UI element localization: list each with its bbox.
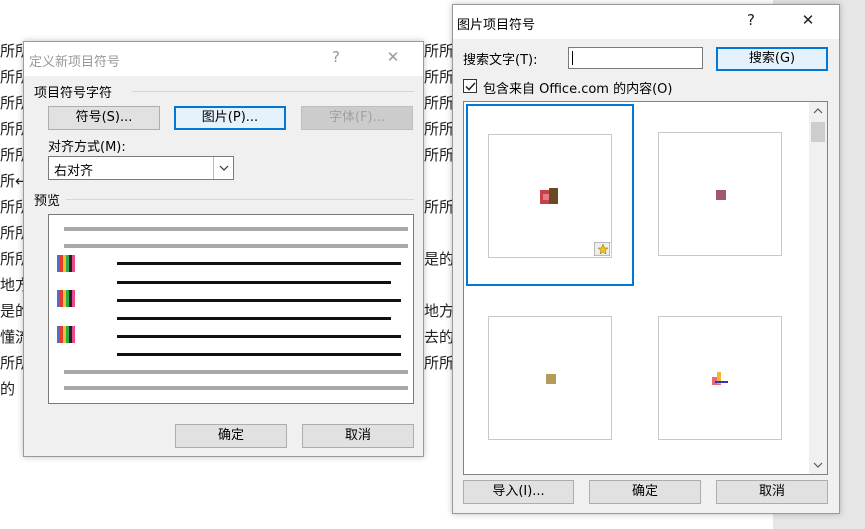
picture-bullet-dialog: 图片项目符号 ? ✕ 搜索文字(T): 搜索(G) 包含来自 Office.co… (452, 4, 840, 514)
help-button[interactable]: ? (326, 48, 346, 66)
dialog-title: 图片项目符号 (457, 18, 536, 33)
bullet-image-2 (716, 190, 726, 200)
preview-bullet-icon (57, 326, 75, 343)
document-line-fragment: 所所 (424, 94, 455, 112)
document-line-fragment: 所所 (424, 198, 455, 216)
preview-line (117, 299, 401, 302)
checkmark-icon (464, 81, 476, 91)
thumbnail (658, 316, 782, 440)
font-button: 字体(F)... (301, 106, 413, 130)
picture-button[interactable]: 图片(P)... (174, 106, 286, 130)
document-line-fragment: 所所 (424, 42, 455, 60)
define-new-bullet-dialog: 定义新项目符号 ? ✕ 项目符号字符 符号(S)... 图片(P)... 字体(… (23, 41, 424, 457)
document-line-fragment: 所所 (424, 120, 455, 138)
search-input[interactable] (568, 47, 703, 69)
bullet-image-4 (712, 372, 728, 385)
dialog-title: 定义新项目符号 (29, 55, 121, 70)
chevron-down-icon[interactable] (213, 157, 233, 179)
document-line-fragment: 所所 (424, 354, 455, 372)
preview-line (64, 244, 408, 248)
search-label: 搜索文字(T): (463, 53, 538, 68)
divider (132, 91, 414, 92)
divider (66, 199, 414, 200)
preview-line (64, 370, 408, 374)
search-button[interactable]: 搜索(G) (716, 47, 828, 71)
chevron-up-icon[interactable] (809, 102, 827, 120)
ok-button[interactable]: 确定 (175, 424, 287, 448)
ok-button[interactable]: 确定 (589, 480, 701, 504)
preview-line (64, 386, 408, 390)
thumbnail (658, 132, 782, 256)
thumbnail (488, 134, 612, 258)
preview-line (64, 227, 408, 231)
bullet-image-3 (546, 374, 556, 384)
bullet-char-label: 项目符号字符 (34, 86, 113, 101)
alignment-label: 对齐方式(M): (48, 140, 126, 155)
bullet-image-1 (540, 188, 558, 204)
help-button[interactable]: ? (741, 11, 761, 29)
star-icon (594, 242, 610, 256)
gallery-item[interactable] (466, 290, 634, 472)
thumbnail (488, 316, 612, 440)
preview-line (117, 317, 391, 320)
chevron-down-icon[interactable] (809, 456, 827, 474)
gallery-item[interactable] (636, 290, 804, 472)
text-caret (572, 51, 573, 65)
document-line-fragment: 地方 (424, 302, 455, 320)
cancel-button[interactable]: 取消 (716, 480, 828, 504)
preview-line (117, 353, 401, 356)
preview-bullet-icon (57, 255, 75, 272)
gallery-item[interactable] (466, 104, 634, 286)
preview-line (117, 335, 401, 338)
picture-gallery (463, 101, 828, 475)
alignment-value: 右对齐 (54, 164, 94, 179)
close-button[interactable]: ✕ (798, 11, 818, 29)
gallery-scrollbar[interactable] (809, 102, 827, 474)
document-line-fragment: 是的 (424, 250, 455, 268)
document-line: 的 (0, 380, 16, 398)
gallery-item[interactable] (636, 104, 804, 286)
preview-bullet-icon (57, 290, 75, 307)
include-office-checkbox[interactable] (463, 79, 477, 93)
dialog-titlebar: 定义新项目符号 ? ✕ (24, 42, 423, 76)
preview-label: 预览 (34, 194, 61, 209)
document-line-fragment: 去的 (424, 328, 455, 346)
cancel-button[interactable]: 取消 (302, 424, 414, 448)
bullet-preview (48, 214, 414, 404)
alignment-select[interactable]: 右对齐 (48, 156, 234, 180)
preview-line (117, 262, 401, 265)
close-button[interactable]: ✕ (383, 48, 403, 66)
preview-line (117, 281, 391, 284)
include-office-label: 包含来自 Office.com 的内容(O) (483, 82, 673, 97)
dialog-titlebar: 图片项目符号 ? ✕ (453, 5, 839, 39)
document-line-fragment: 所所 (424, 68, 455, 86)
scrollbar-thumb[interactable] (811, 122, 825, 142)
document-line-fragment: 所所 (424, 146, 455, 164)
import-button[interactable]: 导入(I)... (463, 480, 574, 504)
symbol-button[interactable]: 符号(S)... (48, 106, 160, 130)
